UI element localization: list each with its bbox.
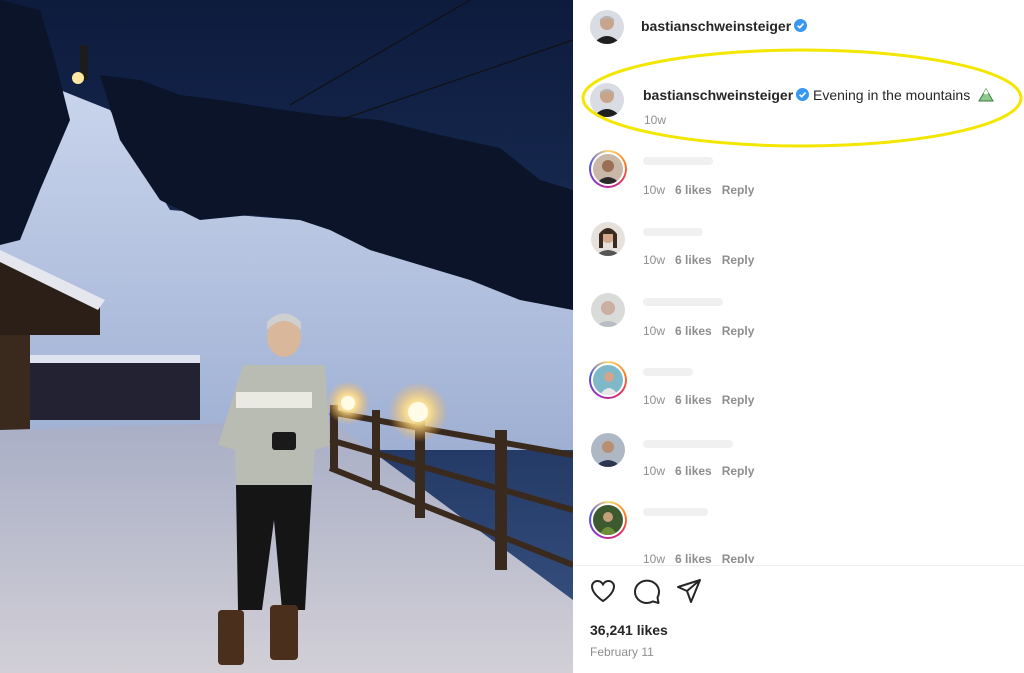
post-date[interactable]: February 11	[590, 645, 654, 659]
comment-avatar-ring[interactable]	[589, 361, 627, 399]
comment-text-redacted	[643, 298, 723, 306]
comment-time[interactable]: 10w	[643, 393, 665, 407]
post-photo[interactable]	[0, 0, 573, 673]
comment-time[interactable]: 10w	[643, 324, 665, 338]
comment-time[interactable]: 10w	[643, 552, 665, 563]
comment-meta: 10w 6 likes Reply	[643, 393, 764, 407]
commenter-avatar[interactable]	[591, 433, 625, 467]
commenter-avatar[interactable]	[593, 505, 623, 535]
comment-text-redacted	[643, 368, 693, 376]
comment-icon[interactable]	[633, 577, 661, 605]
highlight-ellipse	[581, 48, 1023, 148]
comment-meta: 10w 6 likes Reply	[643, 253, 764, 267]
comment-time[interactable]: 10w	[643, 464, 665, 478]
comment-likes[interactable]: 6 likes	[675, 324, 712, 338]
comment-reply-button[interactable]: Reply	[722, 393, 755, 407]
comment-likes[interactable]: 6 likes	[675, 393, 712, 407]
comment-reply-button[interactable]: Reply	[722, 253, 755, 267]
comment-time[interactable]: 10w	[643, 183, 665, 197]
verified-badge-icon	[794, 19, 808, 32]
comment-likes[interactable]: 6 likes	[675, 183, 712, 197]
commenter-avatar[interactable]	[591, 293, 625, 327]
comment-meta: 10w 6 likes Reply	[643, 324, 764, 338]
comment-likes[interactable]: 6 likes	[675, 552, 712, 563]
author-avatar[interactable]	[590, 10, 624, 44]
comment-text-redacted	[643, 440, 733, 448]
comment-likes[interactable]: 6 likes	[675, 253, 712, 267]
comment-text-redacted	[643, 157, 713, 165]
comment-avatar-ring[interactable]	[589, 501, 627, 539]
send-icon[interactable]	[675, 577, 703, 605]
comment-text-redacted	[643, 508, 708, 516]
comment-meta: 10w 6 likes Reply	[643, 464, 764, 478]
comment-time[interactable]: 10w	[643, 253, 665, 267]
comment-text-redacted	[643, 228, 703, 236]
comment-meta: 10w 6 likes Reply	[643, 183, 764, 197]
comment-avatar-ring[interactable]	[589, 150, 627, 188]
commenter-avatar[interactable]	[593, 154, 623, 184]
comment-reply-button[interactable]: Reply	[722, 552, 755, 563]
mountain-evening-photo	[0, 0, 573, 673]
likes-count[interactable]: 36,241 likes	[590, 622, 668, 638]
comment-reply-button[interactable]: Reply	[722, 324, 755, 338]
comment-meta: 10w 6 likes Reply	[643, 552, 764, 563]
author-username-text[interactable]: bastianschweinsteiger	[641, 18, 791, 34]
comment-likes[interactable]: 6 likes	[675, 464, 712, 478]
comment-reply-button[interactable]: Reply	[722, 464, 755, 478]
post-actions	[589, 577, 709, 607]
post-sidebar: bastianschweinsteiger bastianschweinstei…	[573, 0, 1024, 673]
comment-reply-button[interactable]: Reply	[722, 183, 755, 197]
heart-icon[interactable]	[589, 577, 617, 605]
commenter-avatar[interactable]	[593, 365, 623, 395]
actions-divider	[573, 565, 1024, 566]
commenter-avatar[interactable]	[591, 222, 625, 256]
author-username[interactable]: bastianschweinsteiger	[641, 18, 808, 34]
